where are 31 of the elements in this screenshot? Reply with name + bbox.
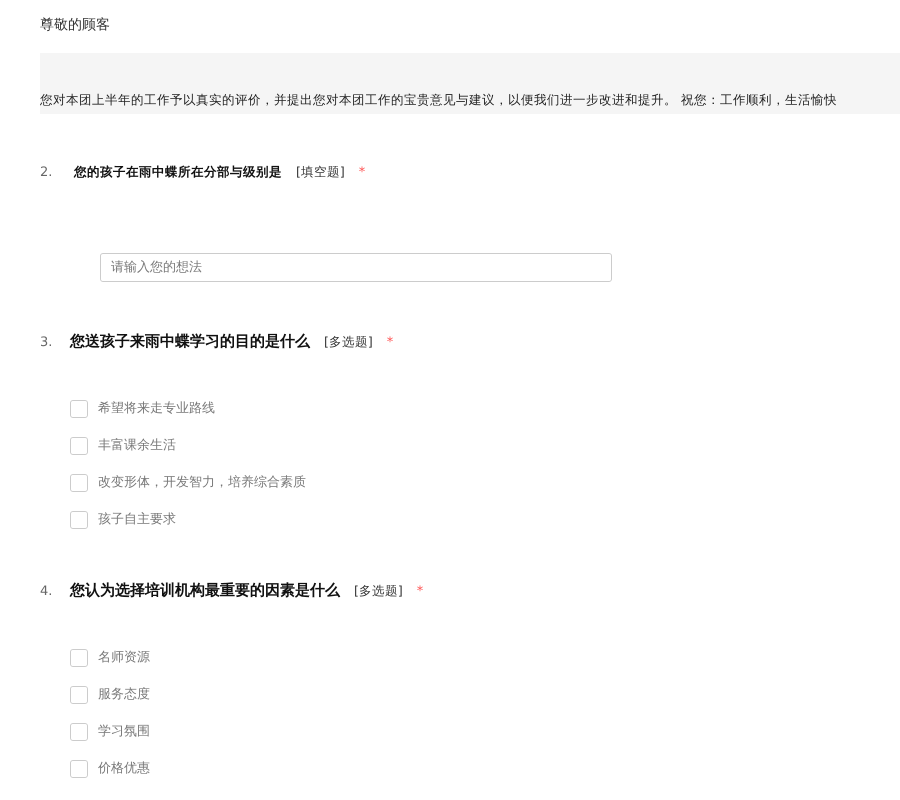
question-number: 2. [40, 164, 54, 182]
required-mark: * [416, 584, 424, 602]
question-type-label: [填空题] [296, 164, 345, 180]
option-label[interactable]: 名师资源 [98, 650, 150, 667]
greeting-text: 尊敬的顾客 [40, 16, 110, 34]
checkbox[interactable] [70, 511, 88, 530]
intro-text: 您对本团上半年的工作予以真实的评价，并提出您对本团工作的宝贵意见与建议，以便我们进一步改进和提升。 祝您：工作顺利，生活愉快 [40, 92, 837, 108]
option-label[interactable]: 孩子自主要求 [98, 512, 176, 529]
checkbox[interactable] [70, 400, 88, 418]
option-label[interactable]: 改变形体，开发智力，培养综合素质 [98, 474, 306, 492]
question-title: 您的孩子在雨中蝶所在分部与级别是 [74, 164, 282, 180]
question-title: 您认为选择培训机构最重要的因素是什么 [70, 581, 340, 601]
required-mark: * [386, 335, 394, 352]
text-input-field[interactable]: 请输入您的想法 [100, 253, 612, 282]
option-label[interactable]: 服务态度 [98, 686, 150, 704]
option-label[interactable]: 学习氛围 [98, 724, 150, 741]
question-title: 您送孩子来雨中蝶学习的目的是什么 [70, 332, 310, 352]
checkbox[interactable] [70, 686, 88, 704]
checkbox[interactable] [70, 474, 88, 492]
option-label[interactable]: 丰富课余生活 [98, 438, 176, 455]
checkbox[interactable] [70, 649, 88, 668]
question-type-label: [多选题] [354, 583, 403, 600]
question-type-label: [多选题] [324, 334, 373, 351]
checkbox[interactable] [70, 437, 88, 456]
question-number: 3. [40, 335, 54, 352]
required-mark: * [358, 164, 366, 182]
option-label[interactable]: 希望将来走专业路线 [98, 400, 215, 418]
checkbox[interactable] [70, 760, 88, 778]
option-label[interactable]: 价格优惠 [98, 760, 150, 778]
question-number: 4. [40, 584, 54, 602]
checkbox[interactable] [70, 723, 88, 742]
